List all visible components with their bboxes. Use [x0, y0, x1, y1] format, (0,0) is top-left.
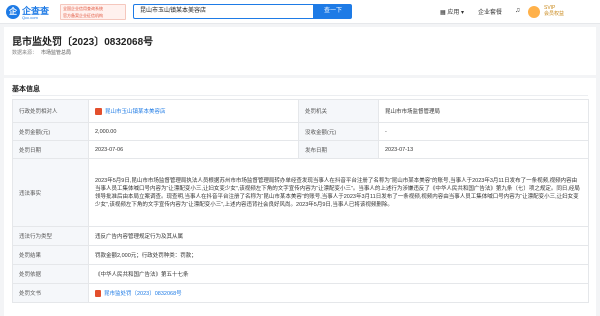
apps-grid-icon: ▦: [440, 10, 446, 16]
party-cell[interactable]: 昆山市玉山镇某本美容店: [88, 99, 299, 123]
nav-apps-label: 应用: [447, 10, 460, 16]
table-row: 处罚文书 昆市监处罚〔2023〕0832068号: [12, 283, 589, 303]
badge-line-1: 全国企业信用查询系统: [63, 6, 103, 11]
doc-link[interactable]: 昆市监处罚〔2023〕0832068号: [104, 291, 182, 297]
fine-label: 处罚金额(元): [12, 122, 89, 141]
vip-badge[interactable]: SVIP 会员权益: [544, 5, 564, 17]
certification-badge: 全国企业信用查询系统 官方备案企业征信机构: [60, 4, 126, 20]
confiscate-label: 没收金额(元): [298, 122, 379, 141]
basic-info-table: 行政处罚相对人 昆山市玉山镇某本美容店 处罚机关 昆山市市场监督管理局 处罚金额…: [12, 99, 589, 303]
date-label: 处罚日期: [12, 140, 89, 159]
result-value: 罚款金额2,000元；行政处罚种类：罚款；: [88, 245, 589, 265]
table-row: 处罚依据 《中华人民共和国广告法》第五十七条: [12, 264, 589, 284]
nav-apps[interactable]: ▦ 应用 ▾: [440, 7, 464, 16]
facts-label: 违法事实: [12, 158, 89, 227]
doc-cell[interactable]: 昆市监处罚〔2023〕0832068号: [88, 283, 589, 303]
badge-line-2: 官方备案企业征信机构: [63, 13, 103, 18]
table-row: 处罚结果 罚款金额2,000元；行政处罚种类：罚款；: [12, 245, 589, 265]
search-button[interactable]: 查一下: [314, 4, 352, 19]
logo-subtext: Qcc.com: [22, 15, 38, 20]
section-title: 基本信息: [12, 86, 40, 93]
result-label: 处罚结果: [12, 245, 89, 265]
qcc-logo-icon[interactable]: 企: [6, 5, 20, 19]
table-row: 违法事实 2023年5月9日,昆山市市场监督管理局执法人员根据苏州市市场监督管理…: [12, 158, 589, 227]
page-title: 昆市监处罚〔2023〕0832068号: [12, 37, 154, 48]
party-link[interactable]: 昆山市玉山镇某本美容店: [105, 109, 166, 115]
type-label: 违法行为类型: [12, 226, 89, 246]
table-row: 行政处罚相对人 昆山市玉山镇某本美容店 处罚机关 昆山市市场监督管理局: [12, 99, 589, 123]
basis-label: 处罚依据: [12, 264, 89, 284]
facts-value: 2023年5月9日,昆山市市场监督管理局执法人员根据苏州市市场监督管理局转办单经…: [88, 158, 589, 227]
nav-enterprise-package[interactable]: 企业套餐: [478, 7, 502, 16]
type-value: 违反广告内容管理规定行为及其从属: [88, 226, 589, 246]
divider: [12, 95, 588, 96]
fine-value: 2,000.00: [88, 122, 299, 141]
table-row: 处罚金额(元) 2,000.00 没收金额(元) -: [12, 122, 589, 141]
avatar[interactable]: [528, 6, 540, 18]
pdf-file-icon: [95, 290, 101, 298]
search-input[interactable]: 昆山市玉山镇某本美容店: [133, 4, 314, 19]
data-source-label: 数据来源：: [12, 50, 38, 56]
title-card: 昆市监处罚〔2023〕0832068号 数据来源： 市场监管总局: [4, 27, 596, 75]
top-navigation-bar: 企 企查查 Qcc.com 全国企业信用查询系统 官方备案企业征信机构 昆山市玉…: [0, 0, 600, 24]
dept-label: 处罚机关: [298, 99, 379, 123]
pub-value: 2023-07-13: [378, 140, 589, 159]
confiscate-value: -: [378, 122, 589, 141]
chevron-down-icon: ▾: [461, 10, 465, 16]
party-label: 行政处罚相对人: [12, 99, 89, 123]
company-logo-icon: [95, 108, 102, 116]
table-row: 违法行为类型 违反广告内容管理规定行为及其从属: [12, 226, 589, 246]
date-value: 2023-07-06: [88, 140, 299, 159]
table-row: 处罚日期 2023-07-06 发布日期 2023-07-13: [12, 140, 589, 159]
dept-value: 昆山市市场监督管理局: [378, 99, 589, 123]
doc-label: 处罚文书: [12, 283, 89, 303]
basis-value: 《中华人民共和国广告法》第五十七条: [88, 264, 589, 284]
pub-label: 发布日期: [298, 140, 379, 159]
bell-icon[interactable]: ♫: [515, 7, 520, 14]
basic-info-card: 基本信息 行政处罚相对人 昆山市玉山镇某本美容店 处罚机关 昆山市市场监督管理局…: [4, 78, 596, 316]
vip-sub-label: 会员权益: [544, 11, 565, 17]
data-source: 数据来源： 市场监管总局: [12, 49, 71, 56]
data-source-value: 市场监管总局: [41, 50, 72, 56]
